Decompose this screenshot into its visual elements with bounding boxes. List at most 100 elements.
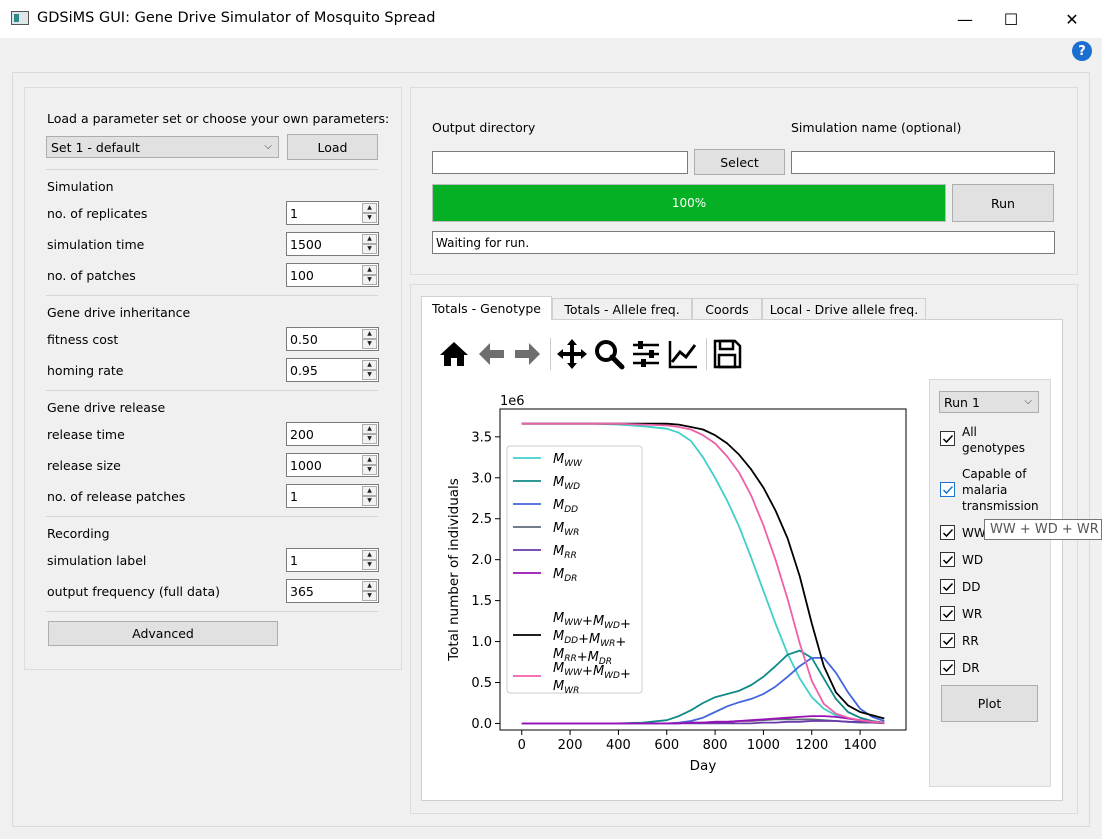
maximize-button[interactable]: ☐: [988, 0, 1034, 38]
all-genotypes-checkbox[interactable]: [940, 431, 955, 446]
wd-checkbox[interactable]: [940, 552, 955, 567]
y-tick-label: 3.0: [471, 471, 492, 486]
y-tick-label: 0.5: [471, 676, 492, 691]
load-button[interactable]: Load: [287, 134, 378, 160]
preset-select[interactable]: Set 1 - default ⌵: [46, 136, 279, 158]
simulation-name-input[interactable]: [791, 151, 1055, 174]
spin-up-icon[interactable]: ▲: [362, 550, 377, 560]
divider: [46, 295, 378, 296]
checkmark-icon: [942, 555, 953, 564]
sim-time-spinbox[interactable]: 1500 ▲ ▼: [286, 232, 379, 256]
save-icon[interactable]: [711, 338, 743, 370]
section-recording: Recording: [47, 526, 110, 541]
x-tick-label: 0: [518, 738, 526, 753]
replicates-spinbox[interactable]: 1 ▲ ▼: [286, 201, 379, 225]
ww-label: WW: [962, 526, 986, 540]
spin-down-icon[interactable]: ▼: [362, 213, 377, 223]
home-icon[interactable]: [438, 338, 470, 370]
release-time-spinbox[interactable]: 200 ▲ ▼: [286, 422, 379, 446]
fitness-cost-label: fitness cost: [47, 332, 119, 347]
spin-down-icon[interactable]: ▼: [362, 275, 377, 285]
malaria-transmission-label: Capable of malaria transmission: [962, 467, 1039, 513]
tab-local-drive-allele-freq[interactable]: Local - Drive allele freq.: [762, 298, 926, 320]
run-button[interactable]: Run: [952, 184, 1054, 222]
toolbar-separator: [550, 338, 551, 370]
spin-up-icon[interactable]: ▲: [362, 455, 377, 465]
fitness-cost-value: 0.50: [290, 331, 318, 347]
checkmark-icon: [942, 609, 953, 618]
patches-spinbox[interactable]: 100 ▲ ▼: [286, 263, 379, 287]
spin-up-icon[interactable]: ▲: [362, 329, 377, 339]
minimize-button[interactable]: —: [942, 0, 988, 38]
plot-button[interactable]: Plot: [941, 685, 1038, 722]
release-size-spinbox[interactable]: 1000 ▲ ▼: [286, 453, 379, 477]
toolbar-separator: [706, 338, 707, 370]
app-icon: [11, 11, 29, 25]
x-tick-label: 800: [703, 738, 728, 753]
patches-label: no. of patches: [47, 268, 136, 283]
advanced-button[interactable]: Advanced: [48, 621, 278, 646]
release-patches-spinbox[interactable]: 1 ▲ ▼: [286, 484, 379, 508]
spin-down-icon[interactable]: ▼: [362, 370, 377, 380]
tab-totals-allele-freq[interactable]: Totals - Allele freq.: [552, 298, 692, 320]
spin-down-icon[interactable]: ▼: [362, 434, 377, 444]
output-directory-label: Output directory: [432, 120, 536, 135]
section-inheritance: Gene drive inheritance: [47, 305, 191, 320]
spin-up-icon[interactable]: ▲: [362, 486, 377, 496]
dd-checkbox[interactable]: [940, 579, 955, 594]
chevron-down-icon: ⌵: [1024, 396, 1032, 407]
pan-icon[interactable]: [556, 338, 588, 370]
y-tick-label: 2.5: [471, 512, 492, 527]
select-button[interactable]: Select: [694, 149, 785, 175]
y-tick-label: 0.0: [471, 717, 492, 732]
spin-up-icon[interactable]: ▲: [362, 360, 377, 370]
spin-up-icon[interactable]: ▲: [362, 234, 377, 244]
release-patches-value: 1: [290, 488, 298, 504]
back-arrow-icon[interactable]: [476, 338, 508, 370]
fitness-cost-spinbox[interactable]: 0.50 ▲ ▼: [286, 327, 379, 351]
spin-up-icon[interactable]: ▲: [362, 424, 377, 434]
y-axis-label: Total number of individuals: [446, 478, 462, 662]
spin-down-icon[interactable]: ▼: [362, 465, 377, 475]
help-icon[interactable]: ?: [1072, 41, 1092, 61]
sim-time-label: simulation time: [47, 237, 145, 252]
close-button[interactable]: ✕: [1049, 0, 1095, 38]
x-tick-label: 1200: [795, 738, 828, 753]
dd-label: DD: [962, 580, 981, 594]
tab-totals-genotype[interactable]: Totals - Genotype: [421, 296, 552, 320]
spin-down-icon[interactable]: ▼: [362, 591, 377, 601]
checkmark-icon: [942, 582, 953, 591]
x-tick-label: 600: [654, 738, 679, 753]
x-tick-label: 200: [558, 738, 583, 753]
progress-bar: 100%: [432, 184, 946, 222]
output-directory-input[interactable]: [432, 151, 688, 174]
checkmark-icon: [942, 663, 953, 672]
spin-down-icon[interactable]: ▼: [362, 244, 377, 254]
dr-checkbox[interactable]: [940, 660, 955, 675]
spin-down-icon[interactable]: ▼: [362, 496, 377, 506]
zoom-icon[interactable]: [593, 338, 625, 370]
edit-axis-icon[interactable]: [667, 338, 699, 370]
status-field: Waiting for run.: [432, 231, 1055, 254]
spin-down-icon[interactable]: ▼: [362, 339, 377, 349]
section-simulation: Simulation: [47, 179, 114, 194]
output-frequency-spinbox[interactable]: 365 ▲ ▼: [286, 579, 379, 603]
sim-label-spinbox[interactable]: 1 ▲ ▼: [286, 548, 379, 572]
forward-arrow-icon[interactable]: [511, 338, 543, 370]
checkmark-icon: [942, 434, 953, 443]
tab-coords[interactable]: Coords: [692, 298, 762, 320]
spin-up-icon[interactable]: ▲: [362, 265, 377, 275]
spin-up-icon[interactable]: ▲: [362, 581, 377, 591]
run-select[interactable]: Run 1 ⌵: [939, 391, 1039, 413]
window-title: GDSiMS GUI: Gene Drive Simulator of Mosq…: [37, 10, 436, 26]
homing-rate-spinbox[interactable]: 0.95 ▲ ▼: [286, 358, 379, 382]
spin-up-icon[interactable]: ▲: [362, 203, 377, 213]
spin-down-icon[interactable]: ▼: [362, 560, 377, 570]
rr-checkbox[interactable]: [940, 633, 955, 648]
checkmark-icon: [942, 636, 953, 645]
wr-checkbox[interactable]: [940, 606, 955, 621]
ww-checkbox[interactable]: [940, 525, 955, 540]
malaria-transmission-checkbox[interactable]: [940, 482, 955, 497]
divider: [46, 611, 378, 612]
configure-subplots-icon[interactable]: [630, 338, 662, 370]
